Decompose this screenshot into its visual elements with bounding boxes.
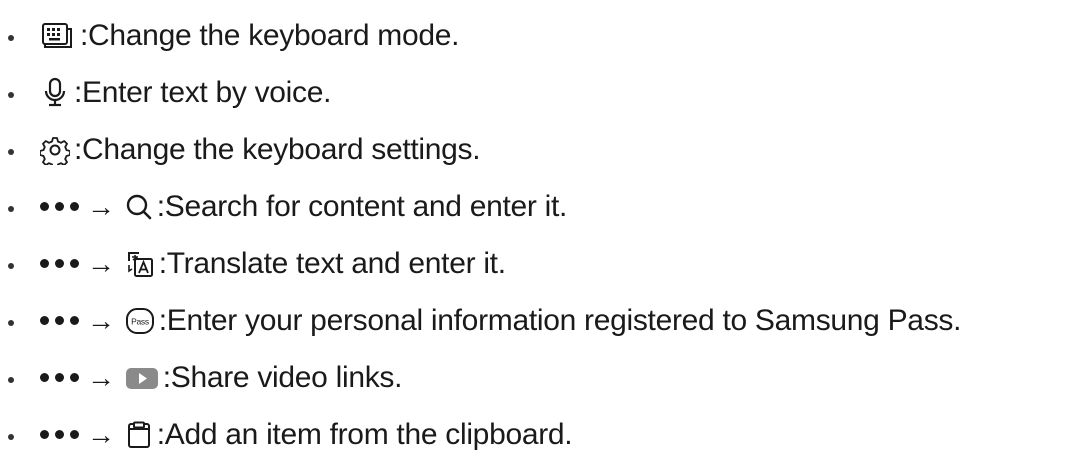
more-options-icon [40,316,79,325]
arrow: → [87,190,115,222]
arrow: → [87,304,115,336]
bullet [8,205,14,212]
translate-icon [125,249,155,279]
bullet [8,376,14,383]
item-description: Translate text and enter it. [166,246,506,280]
samsung-pass-icon: Pass [125,306,155,336]
separator: : [74,132,83,166]
bullet [8,262,14,269]
arrow: → [87,247,115,279]
clipboard-icon [125,420,153,450]
bullet [8,148,14,155]
list-item: → : Search for content and enter it. [0,178,1082,235]
settings-gear-icon [40,135,70,165]
microphone-icon [40,77,70,109]
more-options-icon [40,430,79,439]
separator: : [158,246,167,280]
pass-label: Pass [131,316,149,326]
list-item: → : Translate text and enter it. [0,235,1082,292]
bullet [8,319,14,326]
item-description: Enter text by voice. [82,75,332,109]
video-play-icon [125,363,159,393]
feature-list: : Change the keyboard mode. : Enter text… [0,7,1082,463]
item-description: Add an item from the clipboard. [164,417,573,451]
separator: : [74,75,83,109]
arrow: → [87,361,115,393]
list-item: → : Add an item from the clipboard. [0,406,1082,463]
list-item: : Enter text by voice. [0,64,1082,121]
separator: : [162,360,171,394]
list-item: → Pass : Enter your personal information… [0,292,1082,349]
item-description: Enter your personal information register… [166,303,962,337]
item-description: Search for content and enter it. [164,189,568,223]
list-item: : Change the keyboard mode. [0,7,1082,64]
keyboard-mode-icon [40,21,76,51]
separator: : [156,417,165,451]
arrow: → [87,418,115,450]
more-options-icon [40,202,79,211]
more-options-icon [40,259,79,268]
item-description: Change the keyboard settings. [82,132,481,166]
bullet [8,34,14,41]
list-item: → : Share video links. [0,349,1082,406]
bullet [8,91,14,98]
item-description: Change the keyboard mode. [88,18,460,52]
more-options-icon [40,373,79,382]
separator: : [80,18,89,52]
list-item: : Change the keyboard settings. [0,121,1082,178]
search-icon [125,192,153,222]
bullet [8,433,14,440]
item-description: Share video links. [170,360,403,394]
separator: : [158,303,167,337]
separator: : [156,189,165,223]
